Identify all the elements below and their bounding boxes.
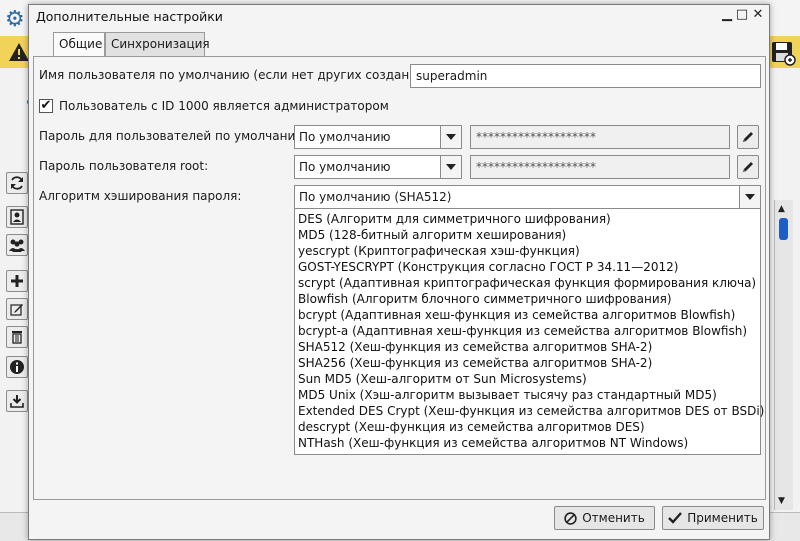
save-icon[interactable] [770, 40, 796, 66]
default-password-label: Пароль для пользователей по умолчанию: [39, 129, 310, 143]
dropdown-option[interactable]: bcrypt-a (Адаптивная хеш-функция из семе… [298, 323, 747, 339]
default-password-field: ******************** [470, 125, 730, 149]
hash-algorithm-dropdown-list: DES (Алгоритм для симметричного шифрован… [294, 208, 764, 455]
info-icon[interactable] [6, 356, 28, 378]
warning-icon [8, 42, 30, 62]
chevron-down-icon[interactable] [739, 186, 760, 208]
dropdown-option[interactable]: NTHash (Хеш-функция из семейства алгорит… [298, 435, 688, 451]
apply-button-label: Применить [687, 511, 758, 525]
scroll-up-icon[interactable]: ▲ [778, 204, 785, 214]
dropdown-option[interactable]: MD5 (128-битный алгоритм хеширования) [298, 227, 566, 243]
tab-general[interactable]: Общие [53, 32, 105, 56]
dropdown-option[interactable]: SHA256 (Хеш-функция из семейства алгорит… [298, 355, 652, 371]
edit-default-password-button[interactable] [737, 125, 759, 149]
dropdown-option[interactable]: GOST-YESCRYPT (Конструкция согласно ГОСТ… [298, 259, 678, 275]
default-user-label: Имя пользователя по умолчанию (если нет … [39, 68, 443, 82]
background-scrollbar[interactable] [774, 200, 793, 510]
add-icon[interactable] [6, 270, 28, 292]
root-password-label: Пароль пользователя root: [39, 159, 209, 173]
apply-button[interactable]: Применить [662, 506, 764, 530]
edit-root-password-button[interactable] [737, 155, 759, 179]
cancel-button-label: Отменить [582, 511, 645, 525]
pencil-icon [743, 132, 753, 142]
close-icon[interactable]: ✕ [751, 8, 765, 22]
default-password-mode-value: По умолчанию [299, 130, 391, 144]
user-card-icon[interactable] [6, 206, 28, 228]
maximize-icon[interactable]: □ [735, 8, 749, 22]
root-password-mode-value: По умолчанию [299, 160, 391, 174]
default-password-mode-select[interactable]: По умолчанию [294, 125, 462, 149]
dropdown-option[interactable]: bcrypt (Адаптивная хеш-функция из семейс… [298, 307, 735, 323]
dropdown-option[interactable]: Sun MD5 (Хеш-алгоритм от Sun Microsystem… [298, 371, 587, 387]
trash-icon[interactable] [6, 326, 28, 348]
root-password-mode-select[interactable]: По умолчанию [294, 155, 462, 179]
edit-icon[interactable] [6, 298, 28, 320]
refresh-icon[interactable] [6, 172, 28, 194]
default-user-input[interactable]: superadmin [410, 64, 761, 88]
dropdown-option[interactable]: Extended DES Crypt (Хеш-функция из семей… [298, 403, 764, 419]
scroll-down-icon[interactable]: ▼ [778, 496, 785, 506]
download-icon[interactable] [6, 390, 28, 412]
dropdown-option[interactable]: yescrypt (Криптографическая хэш-функция) [298, 243, 580, 259]
dropdown-option[interactable]: SHA512 (Хеш-функция из семейства алгорит… [298, 339, 652, 355]
cancel-button[interactable]: Отменить [554, 506, 655, 530]
hash-algorithm-select[interactable]: По умолчанию (SHA512) [294, 185, 761, 209]
hash-algorithm-label: Алгоритм хэширования пароля: [39, 189, 242, 203]
dialog-title: Дополнительные настройки [36, 9, 223, 24]
users-group-icon[interactable] [6, 234, 28, 256]
dropdown-option[interactable]: DES (Алгоритм для симметричного шифрован… [298, 211, 611, 227]
root-password-field: ******************** [470, 155, 730, 179]
chevron-down-icon[interactable] [440, 156, 461, 178]
dropdown-option[interactable]: scrypt (Адаптивная криптографическая фун… [298, 275, 756, 291]
minimize-icon[interactable]: ▁ [720, 8, 734, 22]
dropdown-option[interactable]: MD5 Unix (Хэш-алгоритм вызывает тысячу р… [298, 387, 717, 403]
pencil-icon [743, 162, 753, 172]
checkmark-icon [668, 512, 683, 524]
dropdown-option[interactable]: Blowfish (Алгоритм блочного симметричног… [298, 291, 672, 307]
tab-sync[interactable]: Синхронизация [105, 32, 210, 56]
scroll-thumb[interactable] [779, 218, 788, 240]
dropdown-option[interactable]: descrypt (Хеш-функция из семейства алгор… [298, 419, 645, 435]
admin-checkbox-label: Пользователь с ID 1000 является админист… [59, 99, 389, 113]
admin-checkbox[interactable]: ✔ [39, 99, 53, 113]
chevron-down-icon[interactable] [440, 126, 461, 148]
hash-algorithm-value: По умолчанию (SHA512) [299, 190, 452, 204]
cancel-icon [564, 511, 577, 525]
